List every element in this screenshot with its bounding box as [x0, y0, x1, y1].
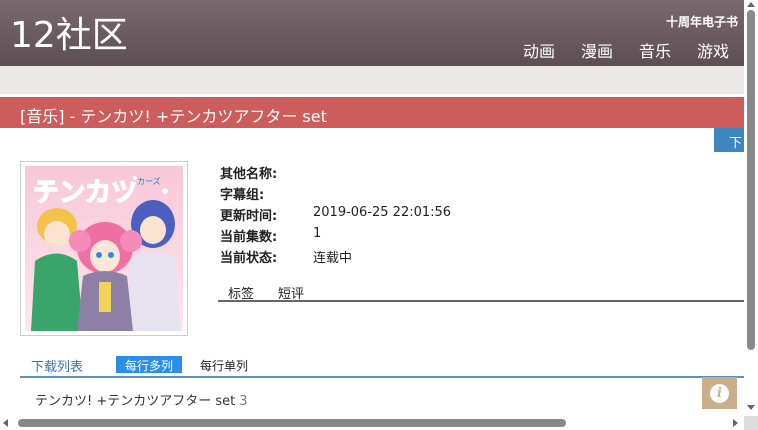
cover-logo-text: テンカツ: [33, 178, 137, 208]
info-label: 其他名称:: [220, 167, 278, 182]
nav-manga[interactable]: 漫画: [581, 38, 613, 62]
nav-anime[interactable]: 动画: [523, 38, 555, 62]
header-strip: [0, 66, 744, 94]
tab-comments[interactable]: 短评: [278, 283, 304, 302]
cover-artwork: テンカツ カーズ: [25, 166, 183, 331]
page: 12社区 十周年电子书 动画 漫画 音乐 游戏 [音乐] - テンカツ! +テン…: [0, 0, 758, 430]
single-column-toggle[interactable]: 每行单列: [200, 357, 248, 374]
scroll-left-icon[interactable]: [3, 419, 8, 427]
tab-tags[interactable]: 标签: [228, 283, 254, 302]
download-list-header: 下载列表 每行多列 每行单列: [20, 356, 744, 378]
info-value: 连载中: [313, 251, 353, 266]
info-icon: i: [710, 384, 729, 403]
info-label: 当前状态:: [220, 251, 278, 266]
info-label: 字幕组:: [220, 188, 265, 203]
info-value: 2019-06-25 22:01:56: [313, 205, 452, 220]
vertical-scroll-thumb[interactable]: [747, 10, 755, 350]
horizontal-scroll-thumb[interactable]: [18, 419, 566, 427]
info-button[interactable]: i: [702, 377, 737, 409]
info-label: 更新时间:: [220, 209, 278, 224]
nav-games[interactable]: 游戏: [697, 38, 729, 62]
info-value: 1: [313, 226, 322, 241]
horizontal-scrollbar[interactable]: [0, 416, 744, 430]
scrollbar-corner: [744, 416, 758, 430]
download-list-title[interactable]: 下载列表: [31, 356, 83, 375]
scroll-right-icon[interactable]: [733, 419, 738, 427]
site-logo[interactable]: 12社区: [10, 14, 128, 58]
anniversary-ebook-link[interactable]: 十周年电子书: [666, 13, 738, 30]
info-label: 当前集数:: [220, 230, 278, 245]
main-nav: 动画 漫画 音乐 游戏: [523, 38, 729, 62]
site-header: 12社区 十周年电子书 动画 漫画 音乐 游戏: [0, 0, 744, 66]
download-tab[interactable]: 下: [714, 128, 744, 152]
file-name[interactable]: テンカツ! +テンカツアフター set: [35, 394, 235, 409]
list-item[interactable]: テンカツ! +テンカツアフター set 3: [35, 390, 248, 409]
multi-column-toggle[interactable]: 每行多列: [116, 356, 183, 373]
nav-music[interactable]: 音乐: [639, 38, 671, 62]
cover-logo-sub: カーズ: [137, 176, 161, 186]
page-title: [音乐] - テンカツ! +テンカツアフター set: [20, 107, 327, 126]
vertical-scrollbar[interactable]: [744, 0, 758, 430]
cover-image: テンカツ カーズ: [20, 161, 188, 336]
scroll-up-icon[interactable]: [747, 2, 755, 7]
page-title-bar: [音乐] - テンカツ! +テンカツアフター set: [0, 97, 744, 128]
scroll-down-icon[interactable]: [747, 405, 755, 410]
detail-tabs: 标签 短评: [218, 282, 744, 302]
file-count: 3: [239, 394, 248, 409]
